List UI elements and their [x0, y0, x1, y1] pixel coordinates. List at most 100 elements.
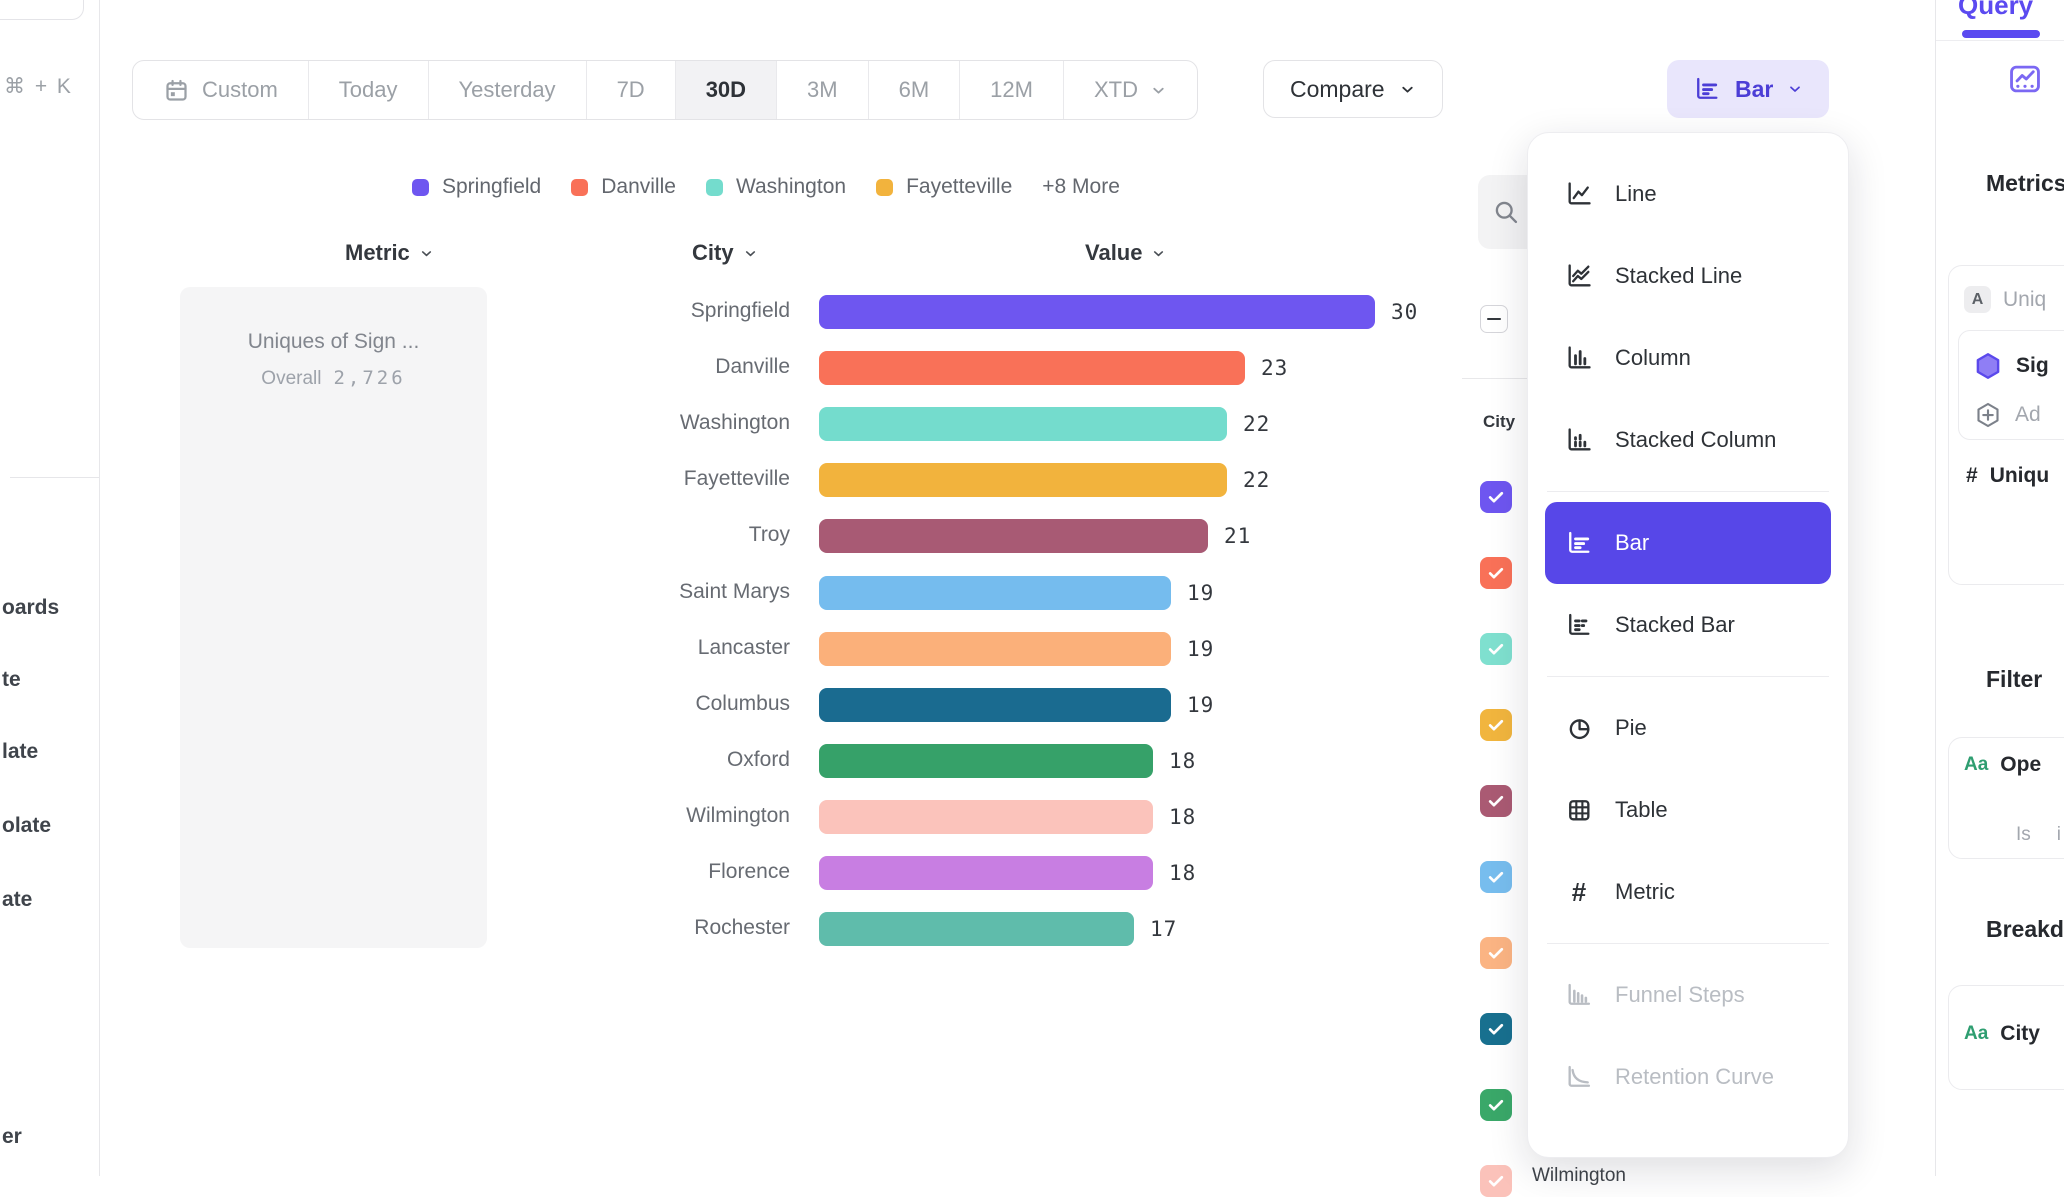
date-range-picker: CustomTodayYesterday 7D 30D 3M6M12MXTD — [132, 60, 1198, 120]
check-icon — [1486, 1095, 1506, 1115]
insights-chart-icon[interactable] — [2006, 60, 2044, 98]
date-range-12m[interactable]: 12M — [960, 61, 1064, 119]
check-icon — [1486, 943, 1506, 963]
chevron-down-icon — [1151, 246, 1166, 261]
bar-label-fayetteville: Fayetteville — [500, 467, 790, 491]
date-range-label: 7D — [617, 77, 645, 103]
filter-operator-row[interactable]: Is i — [2016, 824, 2061, 846]
city-checkbox-washington[interactable] — [1480, 633, 1512, 665]
city-checkbox-wilmington[interactable] — [1480, 1165, 1512, 1197]
date-range-custom[interactable]: Custom — [133, 61, 309, 119]
date-range-3m[interactable]: 3M — [777, 61, 869, 119]
city-checkbox-fayetteville[interactable] — [1480, 709, 1512, 741]
retention-icon — [1565, 1063, 1593, 1091]
compare-label: Compare — [1290, 76, 1385, 103]
hexagon-event-icon — [1972, 350, 2004, 382]
legend-item-fayetteville[interactable]: Fayetteville — [876, 175, 1012, 199]
city-header-label: City — [692, 240, 734, 266]
bar-lancaster[interactable] — [819, 632, 1171, 666]
menu-item-label: Pie — [1615, 715, 1647, 741]
menu-item-bar[interactable]: Bar — [1545, 502, 1831, 584]
date-range-6m[interactable]: 6M — [869, 61, 961, 119]
bar-oxford[interactable] — [819, 744, 1153, 778]
add-event-row[interactable]: Ad — [1973, 400, 2041, 430]
breakdown-property-row[interactable]: Aa City — [1964, 1022, 2040, 1046]
sidebar-item-fragment-1[interactable]: te — [2, 668, 21, 692]
bar-value: 19 — [1187, 693, 1214, 717]
bar-label-springfield: Springfield — [500, 299, 790, 323]
bar-rochester[interactable] — [819, 912, 1134, 946]
menu-item-column[interactable]: Column — [1545, 317, 1831, 399]
bar-saint-marys[interactable] — [819, 576, 1171, 610]
date-range-label: 30D — [706, 77, 746, 103]
date-range-today[interactable]: Today — [309, 61, 429, 119]
hash-metric-row[interactable]: # Uniqu — [1966, 464, 2049, 488]
menu-item-stacked-column[interactable]: Stacked Column — [1545, 399, 1831, 481]
menu-item-label: Column — [1615, 345, 1691, 371]
chevron-down-icon — [1787, 81, 1803, 97]
event-row[interactable]: Sig — [1972, 350, 2049, 382]
chart-legend: Springfield Danville Washington Fayettevill… — [412, 172, 1120, 202]
metric-header-label: Metric — [345, 240, 410, 266]
city-checkbox-troy[interactable] — [1480, 785, 1512, 817]
hash-icon: # — [1966, 464, 1978, 488]
check-icon — [1486, 1171, 1506, 1191]
value-column-header[interactable]: Value — [1085, 240, 1166, 266]
legend-label: Springfield — [442, 175, 541, 199]
legend-more-link[interactable]: +8 More — [1042, 175, 1120, 199]
metrics-heading: Metrics — [1986, 170, 2064, 197]
date-range-30d[interactable]: 30D — [676, 61, 777, 119]
bar-danville[interactable] — [819, 351, 1245, 385]
date-range-7d[interactable]: 7D — [587, 61, 676, 119]
filter-property-row[interactable]: Aa Ope — [1964, 753, 2041, 777]
check-icon — [1486, 639, 1506, 659]
chevron-down-icon — [1399, 81, 1416, 98]
sidebar-item-fragment-5[interactable]: er — [2, 1125, 22, 1149]
bar-wilmington[interactable] — [819, 800, 1153, 834]
city-checkbox-danville[interactable] — [1480, 557, 1512, 589]
city-checkbox-oxford[interactable] — [1480, 1089, 1512, 1121]
bar-springfield[interactable] — [819, 295, 1375, 329]
menu-item-table[interactable]: Table — [1545, 769, 1831, 851]
check-icon — [1486, 1019, 1506, 1039]
metric-card-title: Uniques of Sign ... — [180, 330, 487, 354]
bar-label-rochester: Rochester — [500, 916, 790, 940]
chart-type-button[interactable]: Bar — [1667, 60, 1829, 118]
menu-item-pie[interactable]: Pie — [1545, 687, 1831, 769]
bar-troy[interactable] — [819, 519, 1208, 553]
sidebar-item-fragment-2[interactable]: late — [2, 740, 38, 764]
metric-column-header[interactable]: Metric — [345, 240, 434, 266]
legend-item-washington[interactable]: Washington — [706, 175, 846, 199]
metric-row[interactable]: A Uniq — [1964, 286, 2046, 313]
menu-item-label: Bar — [1615, 530, 1649, 556]
sidebar-item-fragment-3[interactable]: olate — [2, 814, 51, 838]
bar-columbus[interactable] — [819, 688, 1171, 722]
city-checkbox-columbus[interactable] — [1480, 1013, 1512, 1045]
menu-divider — [1547, 943, 1829, 944]
add-plus-hexagon-icon — [1973, 400, 2003, 430]
sidebar-divider — [10, 477, 99, 478]
select-all-checkbox-indeterminate[interactable] — [1480, 305, 1508, 333]
legend-item-springfield[interactable]: Springfield — [412, 175, 541, 199]
menu-item-metric[interactable]: #Metric — [1545, 851, 1831, 933]
bar-washington[interactable] — [819, 407, 1227, 441]
sidebar-item-fragment-4[interactable]: ate — [2, 888, 32, 912]
sidebar-item-fragment-0[interactable]: oards — [2, 596, 59, 620]
city-checkbox-lancaster[interactable] — [1480, 937, 1512, 969]
city-checkbox-springfield[interactable] — [1480, 481, 1512, 513]
city-column-header[interactable]: City — [692, 240, 758, 266]
compare-button[interactable]: Compare — [1263, 60, 1443, 118]
sidebar-search-box-remnant[interactable] — [0, 0, 84, 20]
bar-fayetteville[interactable] — [819, 463, 1227, 497]
date-range-yesterday[interactable]: Yesterday — [429, 61, 587, 119]
menu-item-stacked-line[interactable]: Stacked Line — [1545, 235, 1831, 317]
menu-item-stacked-bar[interactable]: Stacked Bar — [1545, 584, 1831, 666]
legend-item-danville[interactable]: Danville — [571, 175, 676, 199]
funnel-icon — [1565, 981, 1593, 1009]
menu-item-line[interactable]: Line — [1545, 153, 1831, 235]
tab-query[interactable]: Query — [1958, 0, 2033, 21]
date-range-xtd[interactable]: XTD — [1064, 61, 1197, 119]
city-checkbox-saint-marys[interactable] — [1480, 861, 1512, 893]
bar-florence[interactable] — [819, 856, 1153, 890]
value-header-label: Value — [1085, 240, 1142, 266]
